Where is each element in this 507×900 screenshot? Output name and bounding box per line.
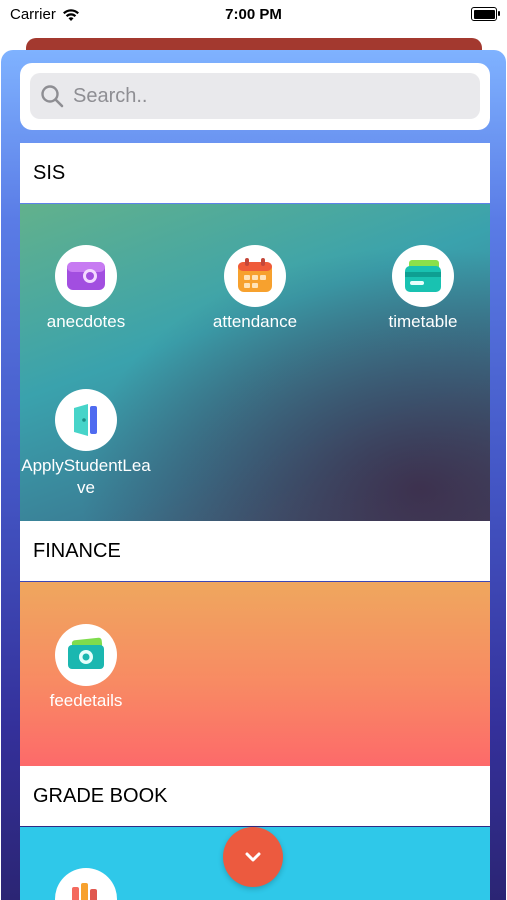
app-label: timetable [388,312,458,331]
app-label: anecdotes [46,312,126,331]
battery-icon [471,7,500,21]
chevron-down-icon [245,852,261,862]
books-icon [55,868,117,900]
section-title: SIS [33,161,66,184]
calendar-icon [224,245,286,307]
app-label: attendance [212,312,298,331]
search-input[interactable] [71,83,455,109]
app-grade-book-item[interactable] [21,868,151,900]
search-container [20,63,490,130]
clock: 7:00 PM [225,6,282,23]
app-attendance[interactable]: attendance [190,245,320,333]
section-header-finance: FINANCE [20,521,490,581]
search-bar[interactable] [30,73,480,119]
finance-apps-grid: feedetails [20,582,490,766]
modal-sheet: SIS anecdotes [1,50,506,900]
app-timetable[interactable]: timetable [358,245,488,333]
app-label: feedetails [49,691,123,710]
search-icon [41,85,64,108]
app-label: ApplyStudentLeave [21,456,151,497]
app-feedetails[interactable]: feedetails [21,624,151,712]
card-icon [392,245,454,307]
exit-door-icon [55,389,117,451]
wallet-icon [55,245,117,307]
app-anecdotes[interactable]: anecdotes [21,245,151,333]
money-icon [55,624,117,686]
section-header-sis: SIS [20,143,490,203]
status-bar: Carrier 7:00 PM [0,0,507,30]
collapse-button[interactable] [223,827,283,887]
app-apply-student-leave[interactable]: ApplyStudentLeave [21,389,151,499]
section-header-grade-book: GRADE BOOK [20,766,490,826]
section-title: FINANCE [33,539,121,562]
section-title: GRADE BOOK [33,784,168,807]
sis-apps-grid: anecdotes attendance timetable ApplyStud… [20,204,490,521]
